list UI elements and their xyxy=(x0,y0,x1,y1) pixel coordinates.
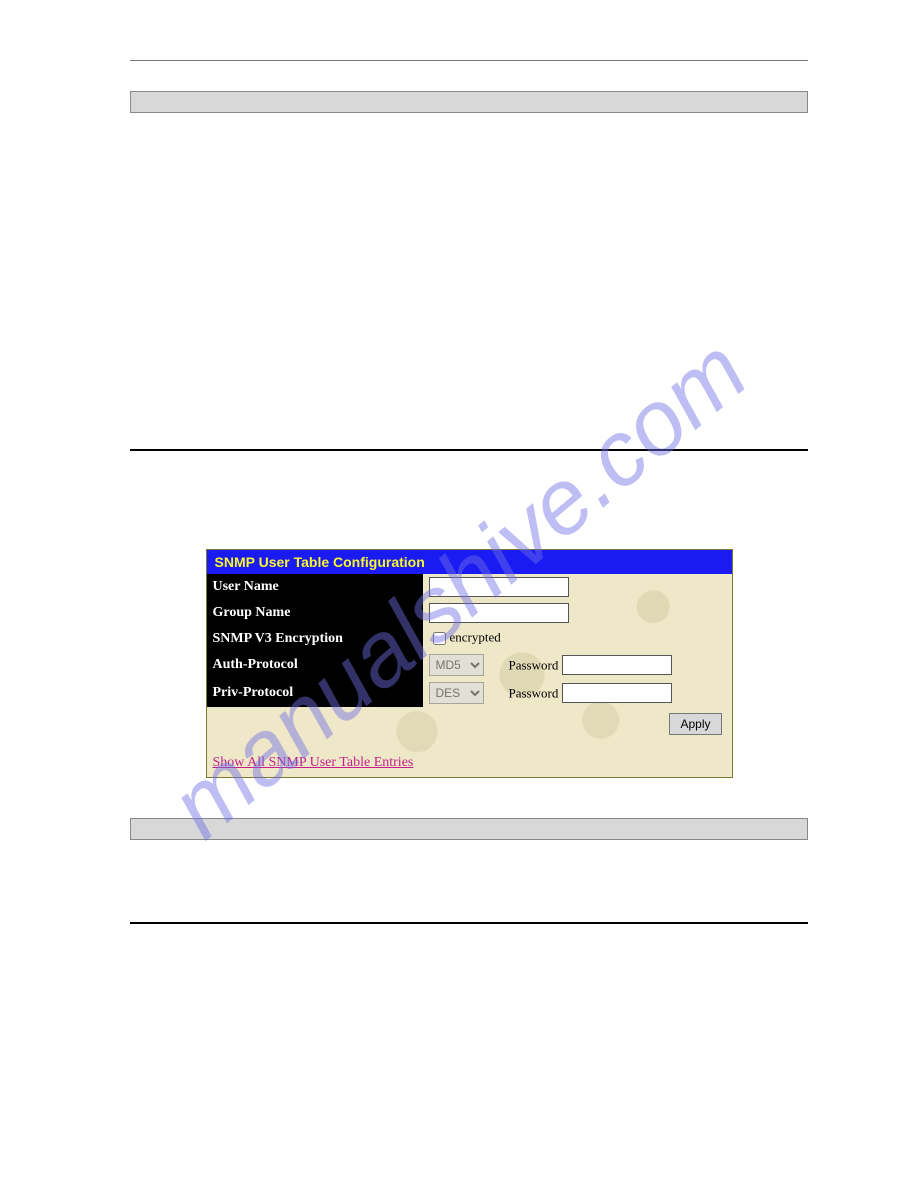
link-row: Show All SNMP User Table Entries xyxy=(207,737,732,777)
priv-password-input[interactable] xyxy=(562,683,672,703)
label-user-name: User Name xyxy=(207,574,423,600)
label-auth-protocol: Auth-Protocol xyxy=(207,651,423,679)
top-thin-rule xyxy=(130,60,808,61)
row-auth-protocol: Auth-Protocol MD5 Password xyxy=(207,651,732,679)
label-priv-protocol: Priv-Protocol xyxy=(207,679,423,707)
lower-grey-bar xyxy=(130,818,808,840)
body-text-block xyxy=(130,125,808,425)
row-user-name: User Name xyxy=(207,574,732,600)
group-name-input[interactable] xyxy=(429,603,569,623)
upper-grey-bar xyxy=(130,91,808,113)
row-priv-protocol: Priv-Protocol DES Password xyxy=(207,679,732,707)
label-v3-encryption: SNMP V3 Encryption xyxy=(207,626,423,651)
footer-area xyxy=(130,818,808,924)
priv-protocol-select[interactable]: DES xyxy=(429,682,484,704)
user-name-input[interactable] xyxy=(429,577,569,597)
auth-protocol-select[interactable]: MD5 xyxy=(429,654,484,676)
page-container: SNMP User Table Configuration User Name … xyxy=(0,0,918,1002)
show-all-entries-link[interactable]: Show All SNMP User Table Entries xyxy=(213,755,414,770)
snmp-config-panel: SNMP User Table Configuration User Name … xyxy=(206,549,733,778)
row-group-name: Group Name xyxy=(207,600,732,626)
footer-gap xyxy=(130,840,808,910)
encrypted-label: encrypted xyxy=(450,629,501,644)
label-group-name: Group Name xyxy=(207,600,423,626)
panel-title: SNMP User Table Configuration xyxy=(207,550,732,574)
auth-password-input[interactable] xyxy=(562,655,672,675)
encrypted-checkbox[interactable] xyxy=(433,632,446,645)
gap-before-panel xyxy=(130,479,808,549)
config-table: User Name Group Name SNMP V3 Encryption … xyxy=(207,574,732,707)
apply-button[interactable]: Apply xyxy=(669,713,721,735)
row-v3-encryption: SNMP V3 Encryption encrypted xyxy=(207,626,732,651)
auth-password-label: Password xyxy=(509,658,559,673)
footer-thick-rule xyxy=(130,922,808,924)
apply-row: Apply xyxy=(207,707,732,737)
priv-password-label: Password xyxy=(509,686,559,701)
mid-thick-rule xyxy=(130,449,808,451)
